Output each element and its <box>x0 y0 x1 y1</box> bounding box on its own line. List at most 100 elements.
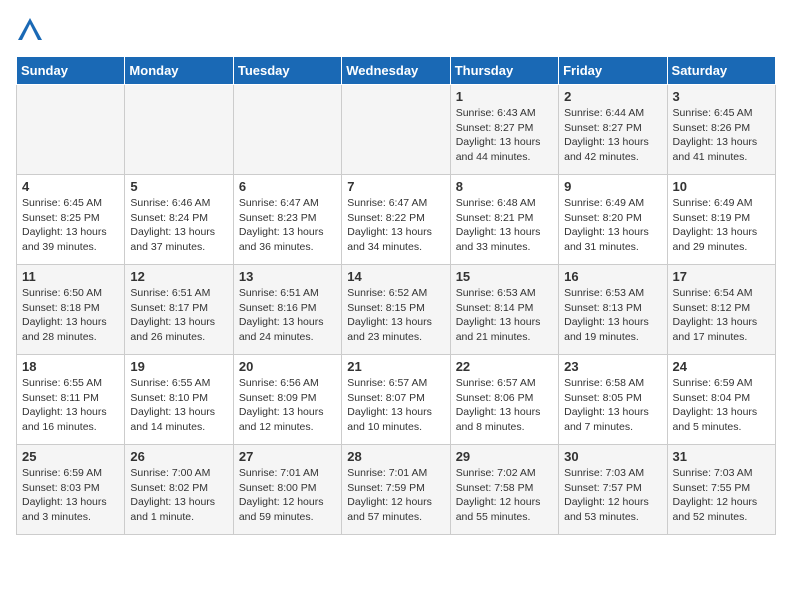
day-info: Sunrise: 7:03 AMSunset: 7:55 PMDaylight:… <box>673 466 770 525</box>
day-number: 12 <box>130 269 227 284</box>
calendar-cell: 25Sunrise: 6:59 AMSunset: 8:03 PMDayligh… <box>17 445 125 535</box>
day-info: Sunrise: 6:57 AMSunset: 8:06 PMDaylight:… <box>456 376 553 435</box>
calendar-cell: 26 Sunrise: 7:00 AMSunset: 8:02 PMDayligh… <box>125 445 233 535</box>
calendar-cell: 22 Sunrise: 6:57 AMSunset: 8:06 PMDayligh… <box>450 355 558 445</box>
day-info: Sunrise: 6:55 AMSunset: 8:11 PMDaylight:… <box>22 376 119 435</box>
calendar-cell: 3Sunrise: 6:45 AMSunset: 8:26 PMDaylight… <box>667 85 775 175</box>
day-info: Sunrise: 6:44 AMSunset: 8:27 PMDaylight:… <box>564 106 661 165</box>
header <box>16 16 776 44</box>
weekday-header-friday: Friday <box>559 57 667 85</box>
calendar-week-3: 11 Sunrise: 6:50 AMSunset: 8:18 PMDayligh… <box>17 265 776 355</box>
day-info: Sunrise: 7:01 AMSunset: 8:00 PMDaylight:… <box>239 466 336 525</box>
day-number: 4 <box>22 179 119 194</box>
weekday-header-thursday: Thursday <box>450 57 558 85</box>
calendar-cell <box>233 85 341 175</box>
calendar-cell: 30Sunrise: 7:03 AMSunset: 7:57 PMDayligh… <box>559 445 667 535</box>
calendar-cell: 23 Sunrise: 6:58 AMSunset: 8:05 PMDayligh… <box>559 355 667 445</box>
day-number: 16 <box>564 269 661 284</box>
calendar-cell: 11 Sunrise: 6:50 AMSunset: 8:18 PMDayligh… <box>17 265 125 355</box>
calendar-cell: 4 Sunrise: 6:45 AMSunset: 8:25 PMDaylight… <box>17 175 125 265</box>
calendar-cell: 7 Sunrise: 6:47 AMSunset: 8:22 PMDaylight… <box>342 175 450 265</box>
day-number: 28 <box>347 449 444 464</box>
calendar-week-4: 18 Sunrise: 6:55 AMSunset: 8:11 PMDayligh… <box>17 355 776 445</box>
day-number: 10 <box>673 179 770 194</box>
calendar-cell: 19Sunrise: 6:55 AMSunset: 8:10 PMDayligh… <box>125 355 233 445</box>
day-number: 31 <box>673 449 770 464</box>
calendar-cell: 18 Sunrise: 6:55 AMSunset: 8:11 PMDayligh… <box>17 355 125 445</box>
calendar-cell: 28 Sunrise: 7:01 AMSunset: 7:59 PMDayligh… <box>342 445 450 535</box>
weekday-header-wednesday: Wednesday <box>342 57 450 85</box>
day-number: 11 <box>22 269 119 284</box>
day-info: Sunrise: 6:53 AMSunset: 8:14 PMDaylight:… <box>456 286 553 345</box>
day-info: Sunrise: 6:51 AMSunset: 8:16 PMDaylight:… <box>239 286 336 345</box>
calendar-cell: 16Sunrise: 6:53 AMSunset: 8:13 PMDayligh… <box>559 265 667 355</box>
calendar-week-2: 4 Sunrise: 6:45 AMSunset: 8:25 PMDaylight… <box>17 175 776 265</box>
weekday-header-saturday: Saturday <box>667 57 775 85</box>
day-info: Sunrise: 6:59 AMSunset: 8:04 PMDaylight:… <box>673 376 770 435</box>
day-number: 14 <box>347 269 444 284</box>
calendar-cell: 10 Sunrise: 6:49 AMSunset: 8:19 PMDayligh… <box>667 175 775 265</box>
day-number: 23 <box>564 359 661 374</box>
day-number: 3 <box>673 89 770 104</box>
day-number: 25 <box>22 449 119 464</box>
calendar-cell: 21 Sunrise: 6:57 AMSunset: 8:07 PMDayligh… <box>342 355 450 445</box>
day-info: Sunrise: 7:01 AMSunset: 7:59 PMDaylight:… <box>347 466 444 525</box>
calendar-cell: 6 Sunrise: 6:47 AMSunset: 8:23 PMDaylight… <box>233 175 341 265</box>
day-number: 1 <box>456 89 553 104</box>
day-info: Sunrise: 6:55 AMSunset: 8:10 PMDaylight:… <box>130 376 227 435</box>
day-info: Sunrise: 6:49 AMSunset: 8:19 PMDaylight:… <box>673 196 770 255</box>
day-number: 13 <box>239 269 336 284</box>
day-number: 5 <box>130 179 227 194</box>
calendar-cell: 12Sunrise: 6:51 AMSunset: 8:17 PMDayligh… <box>125 265 233 355</box>
day-info: Sunrise: 6:56 AMSunset: 8:09 PMDaylight:… <box>239 376 336 435</box>
calendar-week-1: 1Sunrise: 6:43 AMSunset: 8:27 PMDaylight… <box>17 85 776 175</box>
day-info: Sunrise: 6:47 AMSunset: 8:22 PMDaylight:… <box>347 196 444 255</box>
calendar-cell: 13 Sunrise: 6:51 AMSunset: 8:16 PMDayligh… <box>233 265 341 355</box>
calendar-cell: 1Sunrise: 6:43 AMSunset: 8:27 PMDaylight… <box>450 85 558 175</box>
calendar-cell: 17 Sunrise: 6:54 AMSunset: 8:12 PMDayligh… <box>667 265 775 355</box>
day-number: 22 <box>456 359 553 374</box>
calendar-cell <box>342 85 450 175</box>
day-number: 2 <box>564 89 661 104</box>
day-info: Sunrise: 7:02 AMSunset: 7:58 PMDaylight:… <box>456 466 553 525</box>
day-number: 9 <box>564 179 661 194</box>
calendar-cell: 29Sunrise: 7:02 AMSunset: 7:58 PMDayligh… <box>450 445 558 535</box>
day-info: Sunrise: 6:48 AMSunset: 8:21 PMDaylight:… <box>456 196 553 255</box>
weekday-header-monday: Monday <box>125 57 233 85</box>
calendar-cell: 31 Sunrise: 7:03 AMSunset: 7:55 PMDayligh… <box>667 445 775 535</box>
day-info: Sunrise: 6:50 AMSunset: 8:18 PMDaylight:… <box>22 286 119 345</box>
day-info: Sunrise: 6:47 AMSunset: 8:23 PMDaylight:… <box>239 196 336 255</box>
day-number: 8 <box>456 179 553 194</box>
day-info: Sunrise: 6:57 AMSunset: 8:07 PMDaylight:… <box>347 376 444 435</box>
day-number: 26 <box>130 449 227 464</box>
header-row: SundayMondayTuesdayWednesdayThursdayFrid… <box>17 57 776 85</box>
calendar-cell: 9 Sunrise: 6:49 AMSunset: 8:20 PMDaylight… <box>559 175 667 265</box>
day-info: Sunrise: 6:52 AMSunset: 8:15 PMDaylight:… <box>347 286 444 345</box>
calendar-table: SundayMondayTuesdayWednesdayThursdayFrid… <box>16 56 776 535</box>
day-info: Sunrise: 7:03 AMSunset: 7:57 PMDaylight:… <box>564 466 661 525</box>
day-info: Sunrise: 6:58 AMSunset: 8:05 PMDaylight:… <box>564 376 661 435</box>
day-number: 7 <box>347 179 444 194</box>
day-number: 21 <box>347 359 444 374</box>
day-info: Sunrise: 6:45 AMSunset: 8:25 PMDaylight:… <box>22 196 119 255</box>
logo-icon <box>16 16 44 44</box>
day-info: Sunrise: 6:54 AMSunset: 8:12 PMDaylight:… <box>673 286 770 345</box>
day-info: Sunrise: 6:46 AMSunset: 8:24 PMDaylight:… <box>130 196 227 255</box>
weekday-header-tuesday: Tuesday <box>233 57 341 85</box>
calendar-cell: 24 Sunrise: 6:59 AMSunset: 8:04 PMDayligh… <box>667 355 775 445</box>
day-info: Sunrise: 6:49 AMSunset: 8:20 PMDaylight:… <box>564 196 661 255</box>
weekday-header-sunday: Sunday <box>17 57 125 85</box>
day-number: 17 <box>673 269 770 284</box>
calendar-week-5: 25Sunrise: 6:59 AMSunset: 8:03 PMDayligh… <box>17 445 776 535</box>
day-number: 6 <box>239 179 336 194</box>
calendar-cell <box>17 85 125 175</box>
day-number: 24 <box>673 359 770 374</box>
calendar-cell: 27Sunrise: 7:01 AMSunset: 8:00 PMDayligh… <box>233 445 341 535</box>
calendar-cell: 2 Sunrise: 6:44 AMSunset: 8:27 PMDaylight… <box>559 85 667 175</box>
calendar-cell: 5 Sunrise: 6:46 AMSunset: 8:24 PMDaylight… <box>125 175 233 265</box>
calendar-cell: 8 Sunrise: 6:48 AMSunset: 8:21 PMDaylight… <box>450 175 558 265</box>
calendar-cell: 20Sunrise: 6:56 AMSunset: 8:09 PMDayligh… <box>233 355 341 445</box>
day-number: 18 <box>22 359 119 374</box>
day-info: Sunrise: 7:00 AMSunset: 8:02 PMDaylight:… <box>130 466 227 525</box>
calendar-cell: 15Sunrise: 6:53 AMSunset: 8:14 PMDayligh… <box>450 265 558 355</box>
